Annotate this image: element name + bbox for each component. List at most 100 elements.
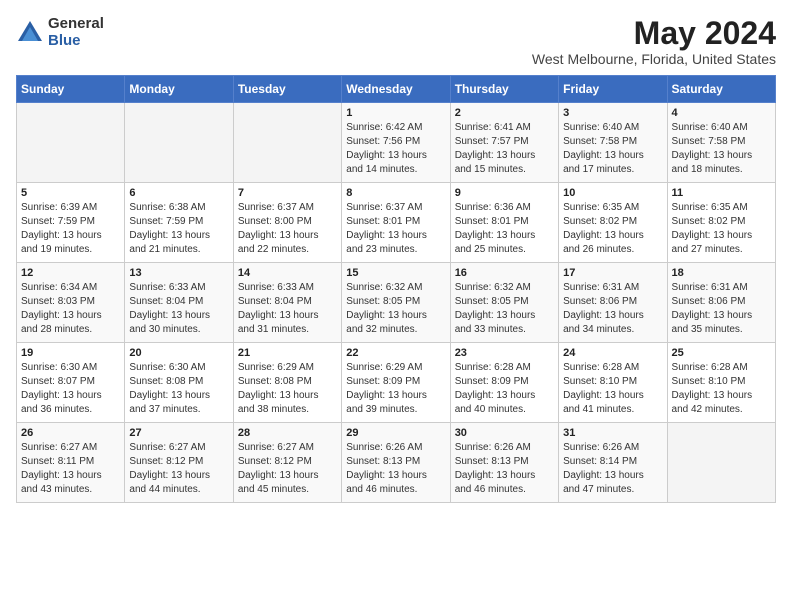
week-row-1: 5 Sunrise: 6:39 AM Sunset: 7:59 PM Daylig… (17, 183, 776, 263)
day-number: 10 (563, 187, 662, 199)
day-number: 24 (563, 347, 662, 359)
day-info: Sunrise: 6:40 AM Sunset: 7:58 PM Dayligh… (672, 121, 771, 177)
day-number: 22 (346, 347, 445, 359)
day-info: Sunrise: 6:40 AM Sunset: 7:58 PM Dayligh… (563, 121, 662, 177)
day-cell-28: 28Sunrise: 6:27 AM Sunset: 8:12 PM Dayli… (233, 423, 341, 503)
day-number: 1 (346, 107, 445, 119)
logo-text: General Blue (48, 16, 104, 49)
week-row-2: 12Sunrise: 6:34 AM Sunset: 8:03 PM Dayli… (17, 263, 776, 343)
day-info: Sunrise: 6:26 AM Sunset: 8:14 PM Dayligh… (563, 441, 662, 497)
day-cell-26: 26 Sunrise: 6:27 AM Sunset: 8:11 PM Dayli… (17, 423, 125, 503)
day-info: Sunrise: 6:35 AM Sunset: 8:02 PM Dayligh… (563, 201, 662, 257)
day-number: 9 (455, 187, 554, 199)
empty-cell (125, 103, 233, 183)
day-info: Sunrise: 6:37 AM Sunset: 8:01 PM Dayligh… (346, 201, 445, 257)
day-info: Sunrise: 6:32 AM Sunset: 8:05 PM Dayligh… (346, 281, 445, 337)
day-info: Sunrise: 6:27 AM Sunset: 8:11 PM Dayligh… (21, 441, 120, 497)
header-day-sunday: Sunday (17, 76, 125, 103)
day-number: 23 (455, 347, 554, 359)
week-row-4: 26 Sunrise: 6:27 AM Sunset: 8:11 PM Dayli… (17, 423, 776, 503)
header-day-tuesday: Tuesday (233, 76, 341, 103)
day-info: Sunrise: 6:27 AM Sunset: 8:12 PM Dayligh… (129, 441, 228, 497)
day-number: 16 (455, 267, 554, 279)
day-cell-30: 30 Sunrise: 6:26 AM Sunset: 8:13 PM Dayli… (450, 423, 558, 503)
logo-general: General (48, 16, 104, 33)
day-number: 17 (563, 267, 662, 279)
day-cell-22: 22 Sunrise: 6:29 AM Sunset: 8:09 PM Dayli… (342, 343, 450, 423)
day-number: 18 (672, 267, 771, 279)
day-info: Sunrise: 6:34 AM Sunset: 8:03 PM Dayligh… (21, 281, 120, 337)
day-info: Sunrise: 6:31 AM Sunset: 8:06 PM Dayligh… (672, 281, 771, 337)
week-row-0: 1 Sunrise: 6:42 AM Sunset: 7:56 PM Daylig… (17, 103, 776, 183)
day-info: Sunrise: 6:28 AM Sunset: 8:10 PM Dayligh… (563, 361, 662, 417)
day-info: Sunrise: 6:30 AM Sunset: 8:08 PM Dayligh… (129, 361, 228, 417)
week-row-3: 19 Sunrise: 6:30 AM Sunset: 8:07 PM Dayli… (17, 343, 776, 423)
day-number: 3 (563, 107, 662, 119)
header-day-saturday: Saturday (667, 76, 775, 103)
day-info: Sunrise: 6:36 AM Sunset: 8:01 PM Dayligh… (455, 201, 554, 257)
header-day-monday: Monday (125, 76, 233, 103)
day-info: Sunrise: 6:35 AM Sunset: 8:02 PM Dayligh… (672, 201, 771, 257)
day-cell-14: 14Sunrise: 6:33 AM Sunset: 8:04 PM Dayli… (233, 263, 341, 343)
calendar-body: 1 Sunrise: 6:42 AM Sunset: 7:56 PM Daylig… (17, 103, 776, 503)
day-info: Sunrise: 6:26 AM Sunset: 8:13 PM Dayligh… (455, 441, 554, 497)
day-cell-13: 13Sunrise: 6:33 AM Sunset: 8:04 PM Dayli… (125, 263, 233, 343)
page-header: General Blue May 2024 West Melbourne, Fl… (16, 16, 776, 67)
day-info: Sunrise: 6:29 AM Sunset: 8:09 PM Dayligh… (346, 361, 445, 417)
empty-cell (233, 103, 341, 183)
day-cell-3: 3 Sunrise: 6:40 AM Sunset: 7:58 PM Daylig… (559, 103, 667, 183)
day-cell-11: 11 Sunrise: 6:35 AM Sunset: 8:02 PM Dayli… (667, 183, 775, 263)
title-block: May 2024 West Melbourne, Florida, United… (532, 16, 776, 67)
day-number: 30 (455, 427, 554, 439)
day-number: 5 (21, 187, 120, 199)
header-day-friday: Friday (559, 76, 667, 103)
day-number: 28 (238, 427, 337, 439)
day-cell-15: 15 Sunrise: 6:32 AM Sunset: 8:05 PM Dayli… (342, 263, 450, 343)
day-number: 26 (21, 427, 120, 439)
day-number: 20 (129, 347, 228, 359)
day-info: Sunrise: 6:29 AM Sunset: 8:08 PM Dayligh… (238, 361, 337, 417)
day-cell-18: 18 Sunrise: 6:31 AM Sunset: 8:06 PM Dayli… (667, 263, 775, 343)
day-cell-20: 20 Sunrise: 6:30 AM Sunset: 8:08 PM Dayli… (125, 343, 233, 423)
day-number: 27 (129, 427, 228, 439)
day-cell-12: 12Sunrise: 6:34 AM Sunset: 8:03 PM Dayli… (17, 263, 125, 343)
logo: General Blue (16, 16, 104, 49)
location: West Melbourne, Florida, United States (532, 51, 776, 67)
calendar-header: SundayMondayTuesdayWednesdayThursdayFrid… (17, 76, 776, 103)
day-info: Sunrise: 6:39 AM Sunset: 7:59 PM Dayligh… (21, 201, 120, 257)
day-cell-29: 29Sunrise: 6:26 AM Sunset: 8:13 PM Dayli… (342, 423, 450, 503)
day-number: 15 (346, 267, 445, 279)
day-cell-21: 21 Sunrise: 6:29 AM Sunset: 8:08 PM Dayli… (233, 343, 341, 423)
day-number: 8 (346, 187, 445, 199)
day-cell-27: 27 Sunrise: 6:27 AM Sunset: 8:12 PM Dayli… (125, 423, 233, 503)
day-number: 29 (346, 427, 445, 439)
day-cell-24: 24 Sunrise: 6:28 AM Sunset: 8:10 PM Dayli… (559, 343, 667, 423)
day-cell-7: 7Sunrise: 6:37 AM Sunset: 8:00 PM Daylig… (233, 183, 341, 263)
day-number: 13 (129, 267, 228, 279)
day-cell-31: 31Sunrise: 6:26 AM Sunset: 8:14 PM Dayli… (559, 423, 667, 503)
day-number: 11 (672, 187, 771, 199)
day-number: 2 (455, 107, 554, 119)
day-cell-10: 10 Sunrise: 6:35 AM Sunset: 8:02 PM Dayli… (559, 183, 667, 263)
header-day-wednesday: Wednesday (342, 76, 450, 103)
day-cell-16: 16Sunrise: 6:32 AM Sunset: 8:05 PM Dayli… (450, 263, 558, 343)
day-number: 21 (238, 347, 337, 359)
day-cell-8: 8 Sunrise: 6:37 AM Sunset: 8:01 PM Daylig… (342, 183, 450, 263)
day-number: 19 (21, 347, 120, 359)
day-number: 4 (672, 107, 771, 119)
day-cell-5: 5 Sunrise: 6:39 AM Sunset: 7:59 PM Daylig… (17, 183, 125, 263)
header-day-thursday: Thursday (450, 76, 558, 103)
day-cell-1: 1 Sunrise: 6:42 AM Sunset: 7:56 PM Daylig… (342, 103, 450, 183)
day-info: Sunrise: 6:28 AM Sunset: 8:09 PM Dayligh… (455, 361, 554, 417)
day-info: Sunrise: 6:42 AM Sunset: 7:56 PM Dayligh… (346, 121, 445, 177)
day-cell-19: 19 Sunrise: 6:30 AM Sunset: 8:07 PM Dayli… (17, 343, 125, 423)
day-number: 25 (672, 347, 771, 359)
day-cell-17: 17Sunrise: 6:31 AM Sunset: 8:06 PM Dayli… (559, 263, 667, 343)
day-number: 14 (238, 267, 337, 279)
day-cell-2: 2Sunrise: 6:41 AM Sunset: 7:57 PM Daylig… (450, 103, 558, 183)
day-info: Sunrise: 6:28 AM Sunset: 8:10 PM Dayligh… (672, 361, 771, 417)
header-row: SundayMondayTuesdayWednesdayThursdayFrid… (17, 76, 776, 103)
day-info: Sunrise: 6:38 AM Sunset: 7:59 PM Dayligh… (129, 201, 228, 257)
day-info: Sunrise: 6:30 AM Sunset: 8:07 PM Dayligh… (21, 361, 120, 417)
day-cell-4: 4 Sunrise: 6:40 AM Sunset: 7:58 PM Daylig… (667, 103, 775, 183)
